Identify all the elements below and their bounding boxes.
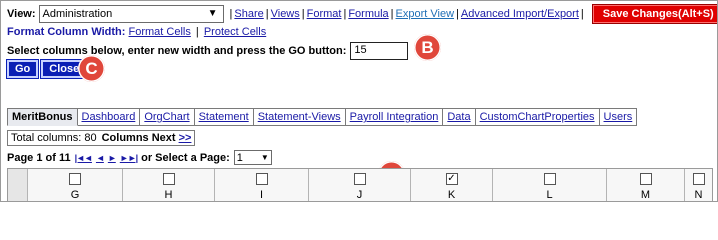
column-checkbox[interactable]: [353, 173, 366, 185]
column-cell-g: G: [28, 169, 123, 201]
column-label: H: [164, 189, 173, 201]
view-select-value: Administration: [42, 7, 113, 20]
column-label: K: [447, 189, 456, 201]
share-link[interactable]: Share: [234, 8, 263, 20]
page-select[interactable]: 1 ▼: [233, 150, 272, 165]
top-toolbar: View: Administration ▼ | Share | Views |…: [7, 3, 717, 24]
tab-label[interactable]: Statement: [199, 111, 249, 123]
go-button[interactable]: Go: [5, 59, 40, 79]
separator: |: [195, 26, 199, 38]
format-row: Format Column Width: Format Cells | Prot…: [7, 26, 266, 38]
page-frame: View: Administration ▼ | Share | Views |…: [0, 0, 718, 202]
action-buttons: Go Close: [5, 59, 89, 79]
column-checkbox[interactable]: [639, 173, 652, 185]
formula-link[interactable]: Formula: [348, 8, 388, 20]
last-page-icon[interactable]: ►►|: [120, 153, 138, 163]
separator: |: [343, 7, 347, 20]
callout-c: C: [78, 55, 105, 82]
separator: |: [301, 7, 305, 20]
columns-next-link[interactable]: >>: [179, 132, 192, 144]
tab-orgchart[interactable]: OrgChart: [140, 108, 195, 126]
export-view-link[interactable]: Export View: [396, 8, 455, 20]
column-label: G: [70, 189, 80, 201]
page-info: Page 1 of 11: [7, 151, 71, 164]
first-page-icon[interactable]: |◄◄: [75, 153, 93, 163]
separator: |: [265, 7, 269, 20]
column-label: M: [640, 189, 651, 201]
column-cell-j: J: [309, 169, 411, 201]
tab-data[interactable]: Data: [443, 108, 476, 126]
tab-users[interactable]: Users: [599, 108, 638, 126]
row-header-cell: [8, 169, 28, 201]
protect-cells-link[interactable]: Protect Cells: [204, 26, 266, 38]
column-cell-m: M: [607, 169, 685, 201]
column-totals: Total columns: 80 Columns Next >>: [7, 130, 196, 146]
prev-page-icon[interactable]: ◄: [96, 153, 105, 163]
tab-dashboard[interactable]: Dashboard: [77, 108, 141, 126]
tab-payroll-integration[interactable]: Payroll Integration: [345, 108, 444, 126]
width-instruction-text: Select columns below, enter new width an…: [7, 45, 347, 57]
separator: |: [456, 7, 459, 20]
views-link[interactable]: Views: [271, 8, 300, 20]
page-select-value: 1: [236, 151, 243, 164]
tab-label[interactable]: OrgChart: [144, 111, 189, 123]
sheet-tabs: MeritBonus Dashboard OrgChart Statement …: [7, 108, 638, 126]
separator: |: [580, 7, 584, 20]
tab-label[interactable]: Payroll Integration: [350, 111, 439, 123]
separator: |: [229, 7, 233, 20]
column-cell-k: ✓ K: [411, 169, 493, 201]
column-label: L: [546, 189, 553, 201]
format-link[interactable]: Format: [307, 8, 342, 20]
separator: |: [390, 7, 394, 20]
column-label: J: [356, 189, 363, 201]
width-instruction-row: Select columns below, enter new width an…: [7, 42, 409, 60]
column-checkbox[interactable]: [69, 173, 81, 185]
column-cell-i: I: [215, 169, 309, 201]
next-page-icon[interactable]: ►: [108, 153, 117, 163]
format-cells-link[interactable]: Format Cells: [129, 26, 191, 38]
view-select[interactable]: Administration ▼: [38, 4, 224, 23]
column-cell-l: L: [493, 169, 607, 201]
save-changes-button[interactable]: Save Changes(Alt+S): [591, 3, 717, 24]
pager: Page 1 of 11 |◄◄ ◄ ► ►►| or Select a Pag…: [7, 150, 272, 165]
column-checkbox[interactable]: [692, 173, 705, 185]
format-column-width-label: Format Column Width:: [7, 26, 126, 38]
callout-b: B: [414, 34, 441, 61]
column-checkbox-checked[interactable]: ✓: [445, 173, 458, 185]
advanced-import-export-link[interactable]: Advanced Import/Export: [461, 8, 579, 20]
tab-label[interactable]: Users: [604, 111, 633, 123]
view-label: View:: [7, 7, 36, 20]
tab-label[interactable]: Statement-Views: [258, 111, 341, 123]
tab-label[interactable]: CustomChartProperties: [480, 111, 595, 123]
column-width-input[interactable]: 15: [350, 42, 409, 60]
tab-statement-views[interactable]: Statement-Views: [253, 108, 346, 126]
chevron-down-icon: ▼: [260, 153, 269, 162]
tab-meritbonus[interactable]: MeritBonus: [7, 108, 78, 126]
select-page-label: or Select a Page:: [141, 151, 230, 164]
column-cell-n: N: [685, 169, 712, 201]
column-label: N: [694, 189, 703, 201]
tab-label[interactable]: Dashboard: [82, 111, 136, 123]
columns-next-label: Columns Next: [101, 132, 176, 144]
column-cell-h: H: [123, 169, 215, 201]
tab-label[interactable]: Data: [447, 111, 470, 123]
column-checkbox[interactable]: [255, 173, 268, 185]
tab-statement[interactable]: Statement: [194, 108, 254, 126]
column-label: I: [259, 189, 264, 201]
chevron-down-icon: ▼: [207, 8, 218, 19]
tab-customchartproperties[interactable]: CustomChartProperties: [475, 108, 600, 126]
column-checkbox[interactable]: [543, 173, 556, 185]
column-grid: G H I J ✓ K L M N: [7, 168, 713, 201]
tab-label: MeritBonus: [12, 111, 73, 123]
column-checkbox[interactable]: [162, 173, 175, 185]
total-columns-text: Total columns: 80: [11, 132, 97, 144]
